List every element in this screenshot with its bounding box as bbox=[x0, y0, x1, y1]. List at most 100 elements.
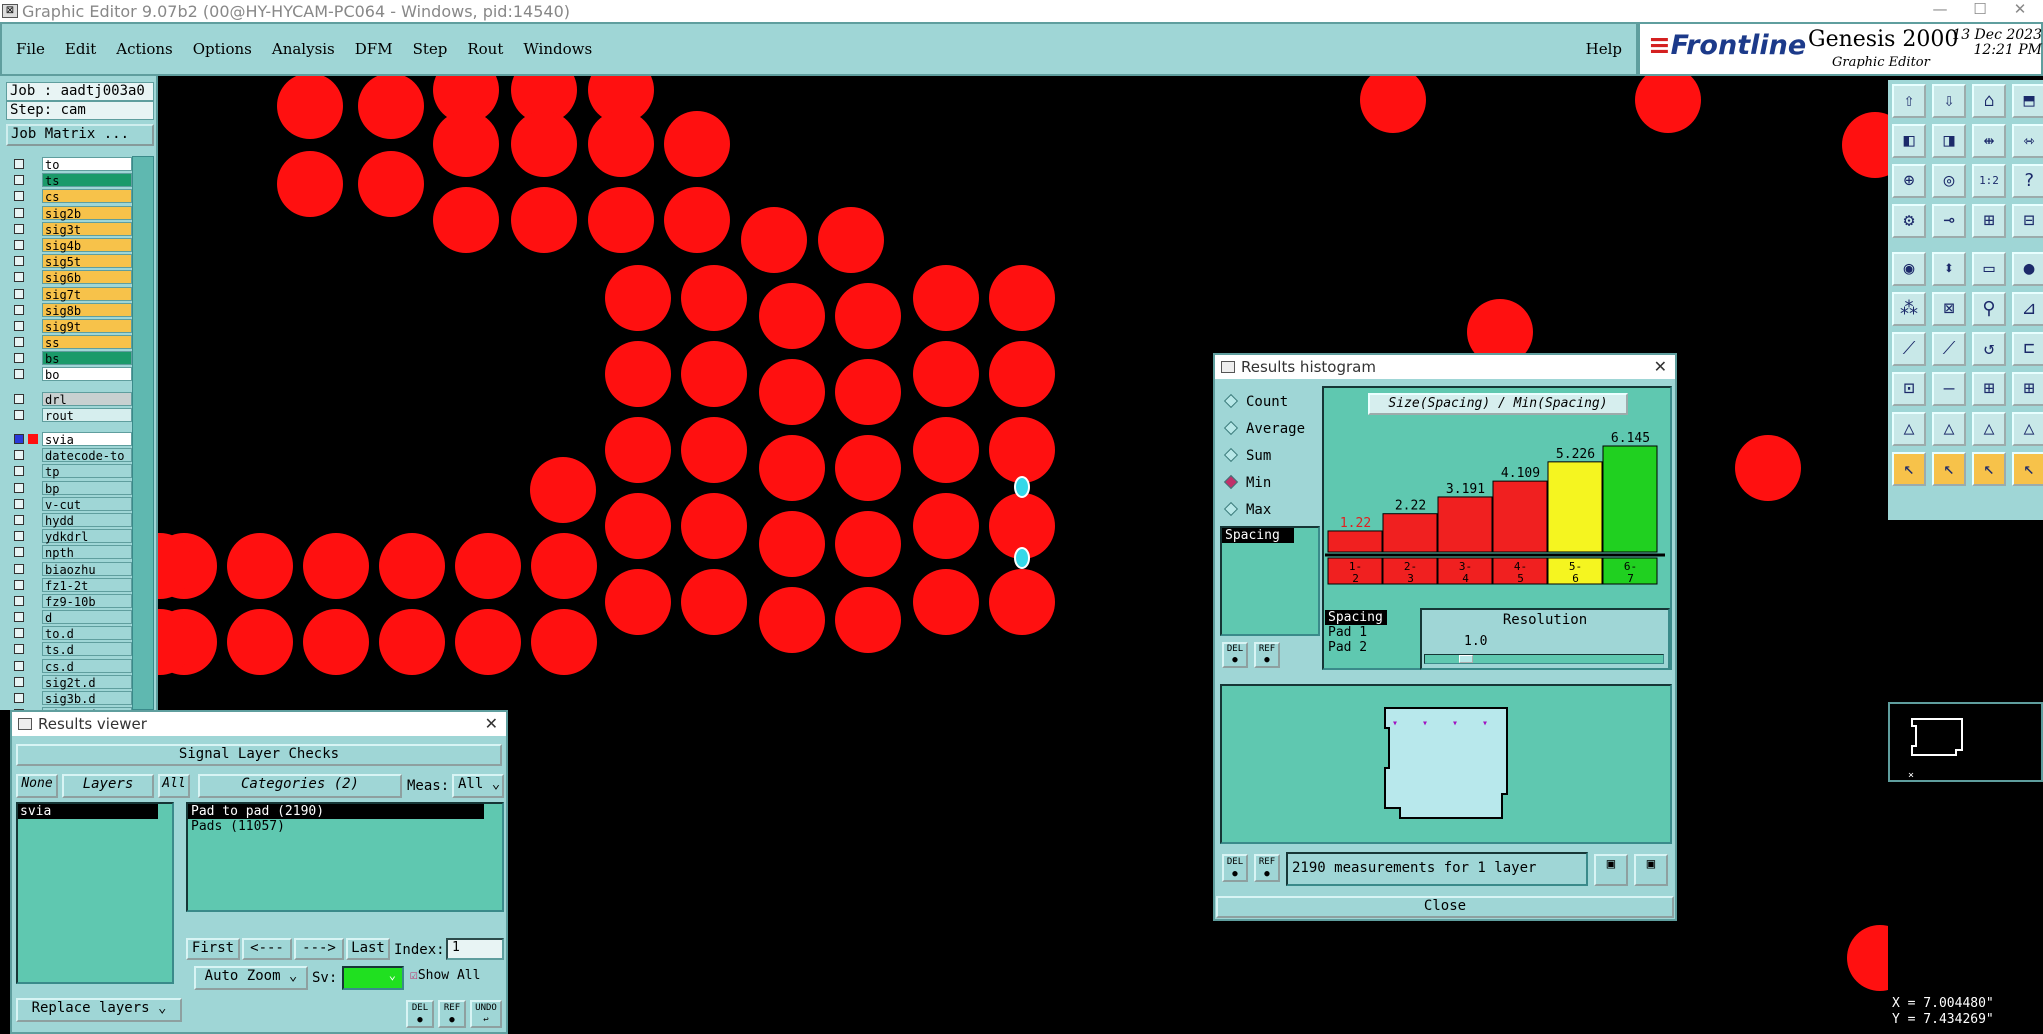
layer-name[interactable]: to.d bbox=[42, 626, 132, 641]
layer-checkbox[interactable] bbox=[14, 256, 24, 267]
layer-row-sig8b[interactable]: sig8b bbox=[6, 302, 132, 318]
layer-name[interactable]: d bbox=[42, 610, 132, 625]
tool-button-10[interactable]: ◎ bbox=[1932, 164, 1966, 198]
layer-row-tp[interactable]: tp bbox=[6, 463, 132, 479]
layer-row-cs[interactable]: cs bbox=[6, 188, 132, 204]
pad[interactable] bbox=[989, 569, 1055, 635]
layer-checkbox[interactable] bbox=[14, 272, 24, 283]
tool-button-13[interactable]: ⚙ bbox=[1892, 204, 1926, 238]
layer-name[interactable]: to bbox=[42, 157, 132, 172]
tool-button-4[interactable]: ⬒ bbox=[2012, 84, 2043, 118]
layer-name[interactable]: bs bbox=[42, 351, 132, 366]
layer-row-bp[interactable]: bp bbox=[6, 480, 132, 496]
preview-del-button[interactable]: DEL ● bbox=[1222, 854, 1248, 882]
pad[interactable] bbox=[1847, 925, 1888, 991]
layer-name[interactable]: sig2b bbox=[42, 205, 132, 221]
tool-button-1[interactable]: ⇧ bbox=[1892, 84, 1926, 118]
tool-button-18[interactable]: ⬍ bbox=[1932, 252, 1966, 286]
tool-button-37[interactable]: ↖ bbox=[1892, 452, 1926, 486]
layer-list-scrollbar[interactable] bbox=[132, 156, 154, 710]
pad[interactable] bbox=[605, 341, 671, 407]
histogram-bar[interactable] bbox=[1492, 480, 1548, 553]
layer-checkbox[interactable] bbox=[14, 409, 24, 420]
size-param-pad1[interactable]: Pad 1 bbox=[1325, 625, 1405, 640]
next-button[interactable]: ---> bbox=[294, 938, 344, 960]
layer-row-biaozhu[interactable]: biaozhu bbox=[6, 561, 132, 577]
pad[interactable] bbox=[433, 187, 499, 253]
tool-button-9[interactable]: ⊕ bbox=[1892, 164, 1926, 198]
layer-checkbox[interactable] bbox=[14, 563, 24, 574]
layer-name[interactable]: sig2t.d bbox=[42, 674, 132, 690]
layer-name[interactable]: cs.d bbox=[42, 658, 132, 674]
tool-button-31[interactable]: ⊞ bbox=[1972, 372, 2006, 406]
tool-button-29[interactable]: ⊡ bbox=[1892, 372, 1926, 406]
pad[interactable] bbox=[913, 569, 979, 635]
pad[interactable] bbox=[605, 493, 671, 559]
layer-row-fz1-2t[interactable]: fz1-2t bbox=[6, 577, 132, 593]
spacing-violation-marker[interactable] bbox=[1014, 476, 1030, 498]
pad[interactable] bbox=[455, 533, 521, 599]
layer-name[interactable]: sig8b bbox=[42, 302, 132, 318]
histogram-bar[interactable] bbox=[1547, 461, 1603, 553]
pad[interactable] bbox=[277, 151, 343, 217]
layer-checkbox[interactable] bbox=[14, 207, 24, 218]
layer-name[interactable]: fz1-2t bbox=[42, 577, 132, 593]
layer-row-sig3t[interactable]: sig3t bbox=[6, 221, 132, 237]
menu-options[interactable]: Options bbox=[193, 40, 252, 58]
pad[interactable] bbox=[681, 417, 747, 483]
pad[interactable] bbox=[759, 283, 825, 349]
layer-row-sig6b[interactable]: sig6b bbox=[6, 269, 132, 285]
menu-actions[interactable]: Actions bbox=[116, 40, 172, 58]
select-none-button[interactable]: None bbox=[16, 774, 58, 798]
tool-button-27[interactable]: ↺ bbox=[1972, 332, 2006, 366]
size-param-pad2[interactable]: Pad 2 bbox=[1325, 640, 1405, 655]
pad[interactable] bbox=[358, 76, 424, 139]
tool-button-28[interactable]: ⊏ bbox=[2012, 332, 2043, 366]
pad[interactable] bbox=[989, 265, 1055, 331]
pad[interactable] bbox=[433, 111, 499, 177]
layer-checkbox[interactable] bbox=[14, 644, 24, 655]
layer-row-datecode-to[interactable]: datecode-to bbox=[6, 447, 132, 463]
pad[interactable] bbox=[531, 609, 597, 675]
layer-row-fz9-10b[interactable]: fz9-10b bbox=[6, 593, 132, 609]
layer-name[interactable]: ydkdrl bbox=[42, 529, 132, 544]
pad[interactable] bbox=[379, 533, 445, 599]
layer-checkbox[interactable] bbox=[14, 191, 24, 202]
menu-analysis[interactable]: Analysis bbox=[272, 40, 335, 58]
histogram-close-button[interactable]: Close bbox=[1216, 896, 1674, 918]
layer-checkbox[interactable] bbox=[14, 676, 24, 687]
layer-name[interactable]: sig9t bbox=[42, 318, 132, 334]
layer-checkbox[interactable] bbox=[14, 239, 24, 250]
tool-button-38[interactable]: ↖ bbox=[1932, 452, 1966, 486]
index-input[interactable]: 1 bbox=[446, 938, 504, 960]
pad[interactable] bbox=[759, 435, 825, 501]
layer-checkbox[interactable] bbox=[14, 547, 24, 558]
close-window-button[interactable]: ✕ bbox=[2000, 0, 2040, 18]
preview-ref-button[interactable]: REF ● bbox=[1254, 854, 1280, 882]
layer-row-sig5t[interactable]: sig5t bbox=[6, 253, 132, 269]
layer-checkbox[interactable] bbox=[14, 612, 24, 623]
tool-button-30[interactable]: — bbox=[1932, 372, 1966, 406]
del-button[interactable]: DEL ● bbox=[406, 1000, 434, 1028]
layer-checkbox[interactable] bbox=[14, 288, 24, 299]
layer-name[interactable]: rout bbox=[42, 407, 132, 423]
layer-row-to[interactable]: to bbox=[6, 156, 132, 172]
layer-name[interactable]: sig3t bbox=[42, 221, 132, 237]
histogram-bar[interactable] bbox=[1602, 445, 1658, 553]
first-button[interactable]: First bbox=[186, 938, 240, 960]
layer-checkbox[interactable] bbox=[14, 393, 24, 404]
layer-checkbox[interactable] bbox=[14, 434, 24, 444]
tool-button-15[interactable]: ⊞ bbox=[1972, 204, 2006, 238]
pad[interactable] bbox=[605, 417, 671, 483]
tool-button-25[interactable]: ⟋ bbox=[1892, 332, 1926, 366]
layer-name[interactable]: sig7t bbox=[42, 286, 132, 302]
tool-button-21[interactable]: ⁂ bbox=[1892, 292, 1926, 326]
layer-name[interactable]: v-cut bbox=[42, 496, 132, 512]
tool-button-3[interactable]: ⌂ bbox=[1972, 84, 2006, 118]
resolution-slider[interactable] bbox=[1424, 654, 1664, 664]
layer-name[interactable]: cs bbox=[42, 189, 132, 204]
param-item-spacing[interactable]: Spacing bbox=[1222, 528, 1294, 543]
tool-button-26[interactable]: ⟋ bbox=[1932, 332, 1966, 366]
layer-row-sig3b.d[interactable]: sig3b.d bbox=[6, 690, 132, 706]
pad[interactable] bbox=[681, 341, 747, 407]
